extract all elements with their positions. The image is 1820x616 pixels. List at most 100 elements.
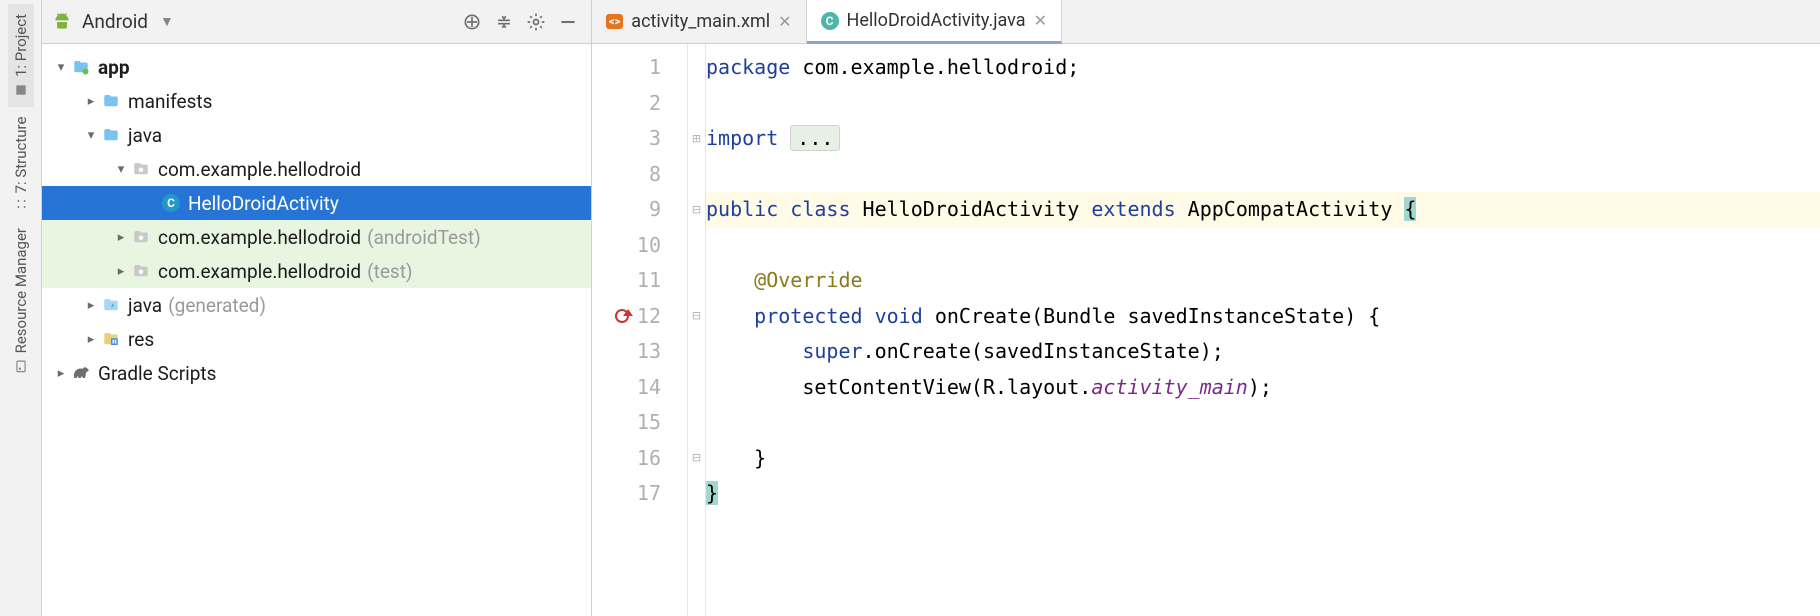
fold-end-icon[interactable]: ⊟ <box>688 441 705 477</box>
left-tool-tabs: 1: Project ∷ 7: Structure Resource Manag… <box>0 0 42 616</box>
tree-label: com.example.hellodroid <box>158 260 361 283</box>
project-view-selector[interactable]: Android <box>82 10 148 33</box>
resource-manager-icon <box>14 360 28 374</box>
line-number: 14 <box>637 370 661 406</box>
project-icon <box>14 83 28 97</box>
tool-tab-resource-manager[interactable]: Resource Manager <box>8 218 34 383</box>
fold-gutter[interactable]: ⊞ ⊟ ⊟ ⊟ <box>688 44 706 616</box>
keyword: super <box>802 339 862 363</box>
override-gutter-icon[interactable] <box>615 309 629 323</box>
keyword: import <box>706 126 790 150</box>
keyword: void <box>875 304 935 328</box>
chevron-down-icon[interactable]: ▾ <box>82 128 100 143</box>
chevron-right-icon[interactable]: ▸ <box>82 298 100 313</box>
folded-region[interactable]: ... <box>790 125 840 151</box>
settings-button[interactable] <box>523 9 549 35</box>
package-icon <box>132 262 150 280</box>
code-text: AppCompatActivity <box>1188 197 1405 221</box>
tree-label: java <box>128 294 162 317</box>
matched-brace: } <box>706 481 718 505</box>
field-ref: activity_main <box>1091 375 1248 399</box>
code-text: onCreate(Bundle savedInstanceState) { <box>935 304 1381 328</box>
line-number: 1 <box>649 50 661 86</box>
android-icon <box>52 12 72 32</box>
fold-collapse-icon[interactable]: ⊟ <box>688 192 705 228</box>
tree-node-package-test[interactable]: ▸ com.example.hellodroid (test) <box>42 254 591 288</box>
fold-collapse-icon[interactable]: ⊟ <box>688 299 705 335</box>
line-number: 16 <box>637 441 661 477</box>
chevron-right-icon[interactable]: ▸ <box>112 230 130 245</box>
line-number-gutter[interactable]: 1 2 3 8 9 10 11 12 13 14 15 16 17 <box>592 44 688 616</box>
package-icon <box>132 160 150 178</box>
code-text: .onCreate(savedInstanceState); <box>863 339 1224 363</box>
code-text: ); <box>1248 375 1272 399</box>
line-number: 10 <box>637 228 661 264</box>
code-text: HelloDroidActivity <box>863 197 1092 221</box>
tree-label: res <box>128 328 154 351</box>
chevron-right-icon[interactable]: ▸ <box>82 94 100 109</box>
code-text: } <box>754 446 766 470</box>
tree-label: manifests <box>128 90 212 113</box>
line-number: 17 <box>637 476 661 512</box>
close-icon[interactable]: ✕ <box>778 12 791 31</box>
tree-node-manifests[interactable]: ▸ manifests <box>42 84 591 118</box>
class-icon: C <box>821 12 839 30</box>
package-icon <box>132 228 150 246</box>
class-icon: C <box>162 194 180 212</box>
tree-suffix: (androidTest) <box>367 226 481 249</box>
code-text: com.example.hellodroid; <box>790 55 1079 79</box>
tree-node-java[interactable]: ▾ java <box>42 118 591 152</box>
tree-node-activity-class[interactable]: C HelloDroidActivity <box>42 186 591 220</box>
tool-tab-label: 7: Structure <box>12 117 30 194</box>
tree-label: com.example.hellodroid <box>158 158 361 181</box>
chevron-down-icon[interactable]: ▾ <box>52 60 70 75</box>
tree-suffix: (test) <box>367 260 412 283</box>
editor-tabs: <> activity_main.xml ✕ C HelloDroidActiv… <box>592 0 1820 44</box>
folder-icon <box>102 126 120 144</box>
tree-node-package-main[interactable]: ▾ com.example.hellodroid <box>42 152 591 186</box>
hide-panel-button[interactable] <box>555 9 581 35</box>
tree-label: java <box>128 124 162 147</box>
chevron-right-icon[interactable]: ▸ <box>82 332 100 347</box>
tab-label: HelloDroidActivity.java <box>847 10 1026 31</box>
tree-label: HelloDroidActivity <box>188 192 339 215</box>
tree-node-package-androidtest[interactable]: ▸ com.example.hellodroid (androidTest) <box>42 220 591 254</box>
line-number: 12 <box>637 299 661 335</box>
line-number: 8 <box>649 157 661 193</box>
chevron-right-icon[interactable]: ▸ <box>52 366 70 381</box>
select-opened-file-button[interactable] <box>459 9 485 35</box>
keyword: extends <box>1091 197 1187 221</box>
code-content[interactable]: package com.example.hellodroid; import .… <box>706 44 1820 616</box>
res-folder-icon <box>102 330 120 348</box>
collapse-all-button[interactable] <box>491 9 517 35</box>
line-number: 13 <box>637 334 661 370</box>
xml-file-icon: <> <box>606 14 623 29</box>
gradle-icon <box>71 363 91 383</box>
close-icon[interactable]: ✕ <box>1034 11 1047 30</box>
matched-brace: { <box>1404 197 1416 221</box>
project-tree[interactable]: ▾ app ▸ manifests ▾ java ▾ com.example.h… <box>42 44 591 390</box>
chevron-right-icon[interactable]: ▸ <box>112 264 130 279</box>
editor-tab-xml[interactable]: <> activity_main.xml ✕ <box>592 0 807 43</box>
folder-icon <box>102 92 120 110</box>
tree-node-gradle-scripts[interactable]: ▸ Gradle Scripts <box>42 356 591 390</box>
tree-label: app <box>98 56 130 79</box>
chevron-down-icon[interactable]: ▼ <box>160 13 174 30</box>
line-number: 9 <box>649 192 661 228</box>
tool-tab-structure[interactable]: ∷ 7: Structure <box>8 107 34 218</box>
code-editor[interactable]: 1 2 3 8 9 10 11 12 13 14 15 16 17 ⊞ ⊟ ⊟ … <box>592 44 1820 616</box>
tree-node-res[interactable]: ▸ res <box>42 322 591 356</box>
tree-node-app[interactable]: ▾ app <box>42 50 591 84</box>
tree-node-java-generated[interactable]: ▸ java (generated) <box>42 288 591 322</box>
project-panel: Android ▼ ▾ app ▸ manifests ▾ java <box>42 0 592 616</box>
annotation: @Override <box>754 268 862 292</box>
tool-tab-project[interactable]: 1: Project <box>8 4 34 107</box>
chevron-down-icon[interactable]: ▾ <box>112 162 130 177</box>
editor-tab-java[interactable]: C HelloDroidActivity.java ✕ <box>807 0 1062 44</box>
tab-label: activity_main.xml <box>631 11 770 32</box>
line-number: 2 <box>649 86 661 122</box>
tool-tab-label: 1: Project <box>12 14 30 77</box>
keyword: protected <box>754 304 874 328</box>
fold-expand-icon[interactable]: ⊞ <box>688 121 705 157</box>
module-icon <box>72 58 90 76</box>
